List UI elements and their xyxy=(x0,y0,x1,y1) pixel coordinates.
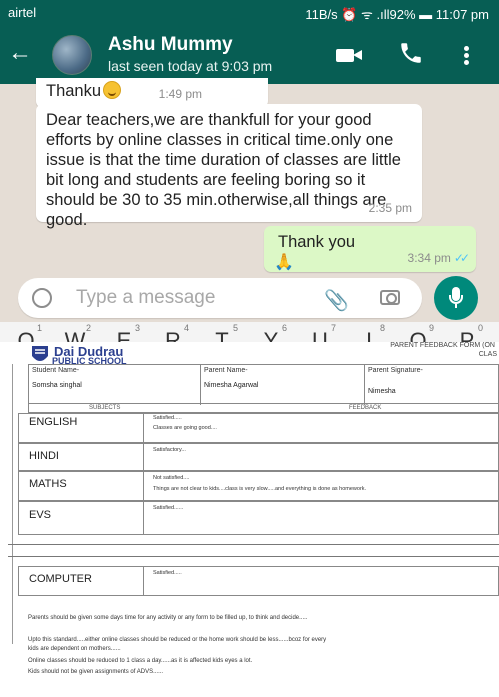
subjects-header: SUBJECTS xyxy=(89,405,121,411)
subject-row-evs: EVS Satisfied...... xyxy=(18,501,499,535)
attach-paperclip-icon[interactable]: 📎 xyxy=(324,288,349,313)
school-emblem-icon xyxy=(32,346,48,361)
message-text: Dear teachers,we are thankfull for your … xyxy=(46,111,401,229)
parent-signature-label: Parent Signature- xyxy=(368,367,423,374)
subject-name: MATHS xyxy=(29,478,67,490)
contact-name[interactable]: Ashu Mummy xyxy=(108,34,233,56)
parent-signature-cell: Parent Signature- Nimesha xyxy=(365,365,499,405)
parent-name-cell: Parent Name- Nimesha Agarwal xyxy=(201,365,365,405)
keyboard-key[interactable]: 0P xyxy=(445,322,489,342)
subject-feedback: Not satisfied.... xyxy=(153,475,190,481)
subject-feedback-detail: Classes are going good.... xyxy=(153,425,217,431)
more-options-icon[interactable] xyxy=(452,40,482,70)
remark-line: Kids should not be given assignments of … xyxy=(28,669,164,675)
student-name-cell: Student Name- Somsha singhal xyxy=(29,365,201,405)
status-bar: airtel 11B/s ⏰ ᯤ .ıll92% ▬ 11:07 pm xyxy=(0,0,499,26)
keyboard-key[interactable]: 6Y xyxy=(249,322,293,342)
whatsapp-chat-screenshot: airtel 11B/s ⏰ ᯤ .ıll92% ▬ 11:07 pm ← As… xyxy=(0,0,499,342)
message-composer[interactable]: Type a message 📎 xyxy=(18,278,422,318)
subject-feedback-detail: Things are not clear to kids....class is… xyxy=(153,486,367,492)
subject-row-computer: COMPUTER Satisfied..... xyxy=(18,566,499,596)
subject-row-english: ENGLISH Satisfied..... Classes are going… xyxy=(18,413,499,443)
emoji-icon[interactable] xyxy=(32,288,52,308)
message-time: 2:35 pm xyxy=(368,201,412,215)
message-time: 3:34 pm xyxy=(407,251,451,265)
subject-feedback: Satisfied...... xyxy=(153,505,184,511)
parent-feedback-form: Dai Dudrau PUBLIC SCHOOL PARENT FEEDBACK… xyxy=(0,342,499,697)
keyboard-key[interactable]: 3E xyxy=(102,322,146,342)
form-title: PARENT FEEDBACK FORM (ON xyxy=(390,342,495,349)
student-name-label: Student Name- xyxy=(32,367,80,374)
class-label: CLAS xyxy=(478,351,497,358)
screenshot-composite: airtel 11B/s ⏰ ᯤ .ıll92% ▬ 11:07 pm ← As… xyxy=(0,0,499,697)
back-arrow-icon[interactable]: ← xyxy=(8,38,32,68)
keyboard-key[interactable]: 9O xyxy=(396,322,440,342)
subject-feedback: Satisfactory... xyxy=(153,447,186,453)
camera-icon[interactable] xyxy=(380,290,400,305)
subject-feedback: Satisfied..... xyxy=(153,415,182,421)
keyboard-key[interactable]: 7U xyxy=(298,322,342,342)
keyboard-key[interactable]: 5T xyxy=(200,322,244,342)
remark-line: Online classes should be reduced to 1 cl… xyxy=(28,658,253,664)
parent-name-label: Parent Name- xyxy=(204,367,248,374)
remark-line: Parents should be given some days time f… xyxy=(28,615,308,621)
last-seen-status: last seen today at 9:03 pm xyxy=(108,58,273,74)
parent-signature-value: Nimesha xyxy=(368,388,396,395)
carrier-label: airtel xyxy=(8,5,37,20)
keyboard-top-row: 1Q 2W 3E 4R 5T 6Y 7U 8I 9O 0P xyxy=(0,322,499,342)
subject-row-hindi: HINDI Satisfactory... xyxy=(18,443,499,471)
remark-line: kids are dependent on mothers...... xyxy=(28,646,121,652)
separator-line xyxy=(8,544,499,545)
keyboard-key[interactable]: 8I xyxy=(347,322,391,342)
message-input[interactable]: Type a message xyxy=(76,287,215,309)
message-text: Thanku xyxy=(46,82,102,100)
contact-avatar[interactable] xyxy=(52,35,92,75)
student-name-value: Somsha singhal xyxy=(32,382,82,389)
folded-hands-emoji-icon: 🙏 xyxy=(274,254,294,271)
subject-name: HINDI xyxy=(29,450,59,462)
message-text: Thank you xyxy=(278,233,356,251)
message-time: 1:49 pm xyxy=(158,87,202,101)
feedback-header: FEEDBACK xyxy=(349,405,382,411)
subjects-header-row: SUBJECTS FEEDBACK xyxy=(28,404,499,413)
subject-name: COMPUTER xyxy=(29,573,92,585)
subject-feedback: Satisfied..... xyxy=(153,570,182,576)
remark-line: Upto this standard.....either online cla… xyxy=(28,637,327,643)
keyboard-key[interactable]: 4R xyxy=(151,322,195,342)
parent-name-value: Nimesha Agarwal xyxy=(204,382,259,389)
subject-row-maths: MATHS Not satisfied.... Things are not c… xyxy=(18,471,499,501)
separator-line xyxy=(8,556,499,557)
status-indicators: 11B/s ⏰ ᯤ .ıll92% ▬ 11:07 pm xyxy=(305,7,489,22)
chat-header: ← Ashu Mummy last seen today at 9:03 pm xyxy=(0,26,499,84)
keyboard-key[interactable]: 1Q xyxy=(4,322,48,342)
voice-call-icon[interactable] xyxy=(398,40,428,70)
subject-name: ENGLISH xyxy=(29,416,78,428)
form-margin-line xyxy=(12,364,13,644)
student-info-table: Student Name- Somsha singhal Parent Name… xyxy=(28,364,499,405)
smiley-emoji-icon xyxy=(103,81,122,99)
video-call-icon[interactable] xyxy=(334,40,364,70)
message-bubble-incoming[interactable]: Dear teachers,we are thankfull for your … xyxy=(36,104,422,229)
microphone-button[interactable] xyxy=(434,276,478,320)
subject-name: EVS xyxy=(29,509,52,521)
message-bubble-outgoing[interactable]: Thank you 🙏 3:34 pm ✓✓ xyxy=(264,226,476,272)
read-receipt-icon: ✓✓ xyxy=(453,251,470,265)
keyboard-key[interactable]: 2W xyxy=(53,322,97,342)
